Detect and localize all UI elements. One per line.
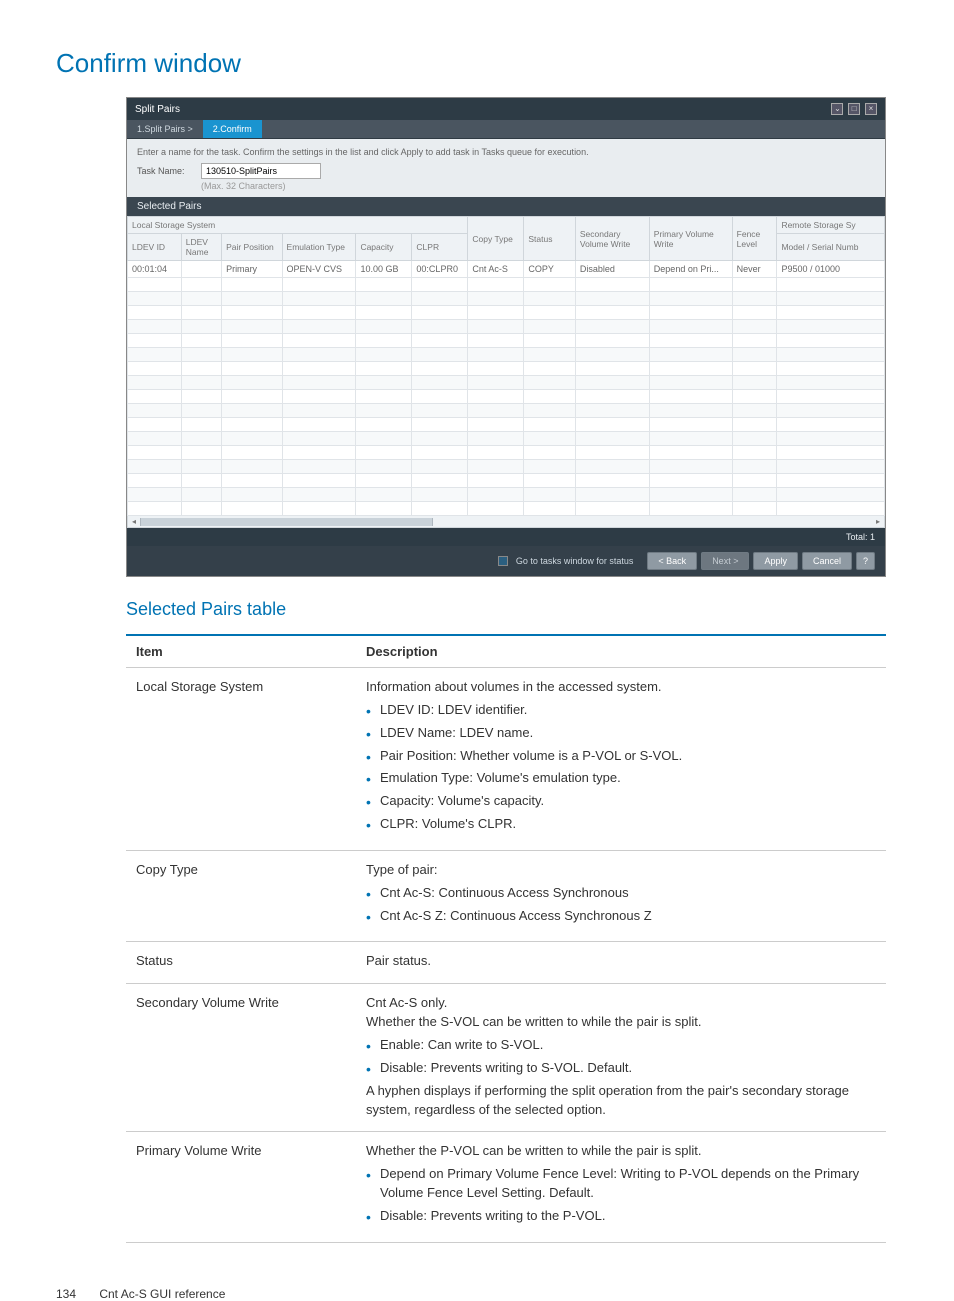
list-item: LDEV Name: LDEV name.	[366, 724, 876, 743]
table-row	[128, 446, 885, 460]
tab-confirm[interactable]: 2.Confirm	[203, 120, 262, 138]
col-copy-type[interactable]: Copy Type	[468, 217, 524, 261]
dialog-title: Split Pairs	[135, 104, 180, 115]
table-row	[128, 334, 885, 348]
total-count: Total: 1	[127, 528, 885, 546]
horizontal-scrollbar[interactable]: ◂ ▸	[127, 516, 885, 528]
desc-item: Local Storage System	[126, 668, 356, 851]
list-item: Disable: Prevents writing to S-VOL. Defa…	[366, 1059, 876, 1078]
desc-item: Status	[126, 942, 356, 984]
table-row	[128, 306, 885, 320]
table-row	[128, 474, 885, 488]
desc-text: Information about volumes in the accesse…	[356, 668, 886, 851]
table-row	[128, 292, 885, 306]
table-body: 00:01:04 Primary OPEN-V CVS 10.00 GB 00:…	[128, 261, 885, 516]
table-row	[128, 320, 885, 334]
task-name-input[interactable]	[201, 163, 321, 179]
desc-item: Secondary Volume Write	[126, 984, 356, 1132]
tab-split-pairs[interactable]: 1.Split Pairs >	[127, 120, 203, 138]
col-clpr[interactable]: CLPR	[412, 234, 468, 261]
instruction-text: Enter a name for the task. Confirm the s…	[137, 147, 875, 157]
col-group-remote: Remote Storage Sy	[777, 217, 885, 234]
table-row	[128, 432, 885, 446]
help-button[interactable]: ?	[856, 552, 875, 570]
col-emu[interactable]: Emulation Type	[282, 234, 356, 261]
selected-pairs-table: Local Storage System Copy Type Status Se…	[127, 216, 885, 516]
desc-text: Cnt Ac-S only.Whether the S-VOL can be w…	[356, 984, 886, 1132]
col-ldev-id[interactable]: LDEV ID	[128, 234, 182, 261]
col-item: Item	[126, 636, 356, 668]
desc-text: Whether the P-VOL can be written to whil…	[356, 1132, 886, 1242]
list-item: CLPR: Volume's CLPR.	[366, 815, 876, 834]
col-fence[interactable]: Fence Level	[732, 217, 777, 261]
description-table: Item Description Local Storage SystemInf…	[126, 636, 886, 1243]
list-item: Cnt Ac-S: Continuous Access Synchronous	[366, 884, 876, 903]
table-row	[128, 390, 885, 404]
table-row	[128, 488, 885, 502]
wizard-tabs: 1.Split Pairs > 2.Confirm	[127, 120, 885, 139]
list-item: Emulation Type: Volume's emulation type.	[366, 769, 876, 788]
list-item: Capacity: Volume's capacity.	[366, 792, 876, 811]
col-group-local: Local Storage System	[128, 217, 468, 234]
page-title: Confirm window	[56, 48, 898, 79]
desc-row: Secondary Volume WriteCnt Ac-S only.Whet…	[126, 984, 886, 1132]
task-name-label: Task Name:	[137, 166, 193, 176]
desc-row: Primary Volume WriteWhether the P-VOL ca…	[126, 1132, 886, 1242]
col-status[interactable]: Status	[524, 217, 576, 261]
minimize-icon[interactable]: ⌄	[831, 103, 843, 115]
desc-row: Local Storage SystemInformation about vo…	[126, 668, 886, 851]
window-controls: ⌄ □ ×	[829, 103, 877, 115]
page-footer: 134 Cnt Ac-S GUI reference	[56, 1287, 954, 1301]
selected-pairs-header: Selected Pairs	[127, 197, 885, 216]
table-row	[128, 404, 885, 418]
task-name-hint: (Max. 32 Characters)	[201, 181, 875, 191]
desc-text: Type of pair:Cnt Ac-S: Continuous Access…	[356, 850, 886, 942]
page-number: 134	[56, 1287, 96, 1301]
apply-button[interactable]: Apply	[753, 552, 798, 570]
cancel-button[interactable]: Cancel	[802, 552, 852, 570]
desc-row: StatusPair status.	[126, 942, 886, 984]
col-pair-pos[interactable]: Pair Position	[222, 234, 282, 261]
table-row[interactable]: 00:01:04 Primary OPEN-V CVS 10.00 GB 00:…	[128, 261, 885, 278]
list-item: LDEV ID: LDEV identifier.	[366, 701, 876, 720]
list-item: Enable: Can write to S-VOL.	[366, 1036, 876, 1055]
table-row	[128, 278, 885, 292]
col-capacity[interactable]: Capacity	[356, 234, 412, 261]
maximize-icon[interactable]: □	[848, 103, 860, 115]
table-row	[128, 418, 885, 432]
go-to-tasks-checkbox[interactable]	[498, 556, 508, 566]
close-icon[interactable]: ×	[865, 103, 877, 115]
back-button[interactable]: < Back	[647, 552, 697, 570]
list-item: Disable: Prevents writing to the P-VOL.	[366, 1207, 876, 1226]
desc-text: Pair status.	[356, 942, 886, 984]
col-description: Description	[356, 636, 886, 668]
scroll-right-icon[interactable]: ▸	[872, 517, 884, 526]
next-button: Next >	[701, 552, 749, 570]
col-model-serial[interactable]: Model / Serial Numb	[777, 234, 885, 261]
section-title: Selected Pairs table	[126, 599, 898, 620]
col-ldev-name[interactable]: LDEV Name	[181, 234, 221, 261]
list-item: Depend on Primary Volume Fence Level: Wr…	[366, 1165, 876, 1203]
list-item: Cnt Ac-S Z: Continuous Access Synchronou…	[366, 907, 876, 926]
scroll-thumb[interactable]	[140, 518, 433, 526]
desc-item: Primary Volume Write	[126, 1132, 356, 1242]
dialog-screenshot: Split Pairs ⌄ □ × 1.Split Pairs > 2.Conf…	[126, 97, 886, 577]
scroll-left-icon[interactable]: ◂	[128, 517, 140, 526]
desc-row: Copy TypeType of pair:Cnt Ac-S: Continuo…	[126, 850, 886, 942]
table-row	[128, 460, 885, 474]
footer-text: Cnt Ac-S GUI reference	[99, 1287, 225, 1301]
col-pri-write[interactable]: Primary Volume Write	[649, 217, 732, 261]
table-row	[128, 348, 885, 362]
table-row	[128, 362, 885, 376]
table-row	[128, 376, 885, 390]
table-row	[128, 502, 885, 516]
desc-item: Copy Type	[126, 850, 356, 942]
go-to-tasks-label: Go to tasks window for status	[516, 556, 634, 566]
list-item: Pair Position: Whether volume is a P-VOL…	[366, 747, 876, 766]
col-sec-write[interactable]: Secondary Volume Write	[575, 217, 649, 261]
